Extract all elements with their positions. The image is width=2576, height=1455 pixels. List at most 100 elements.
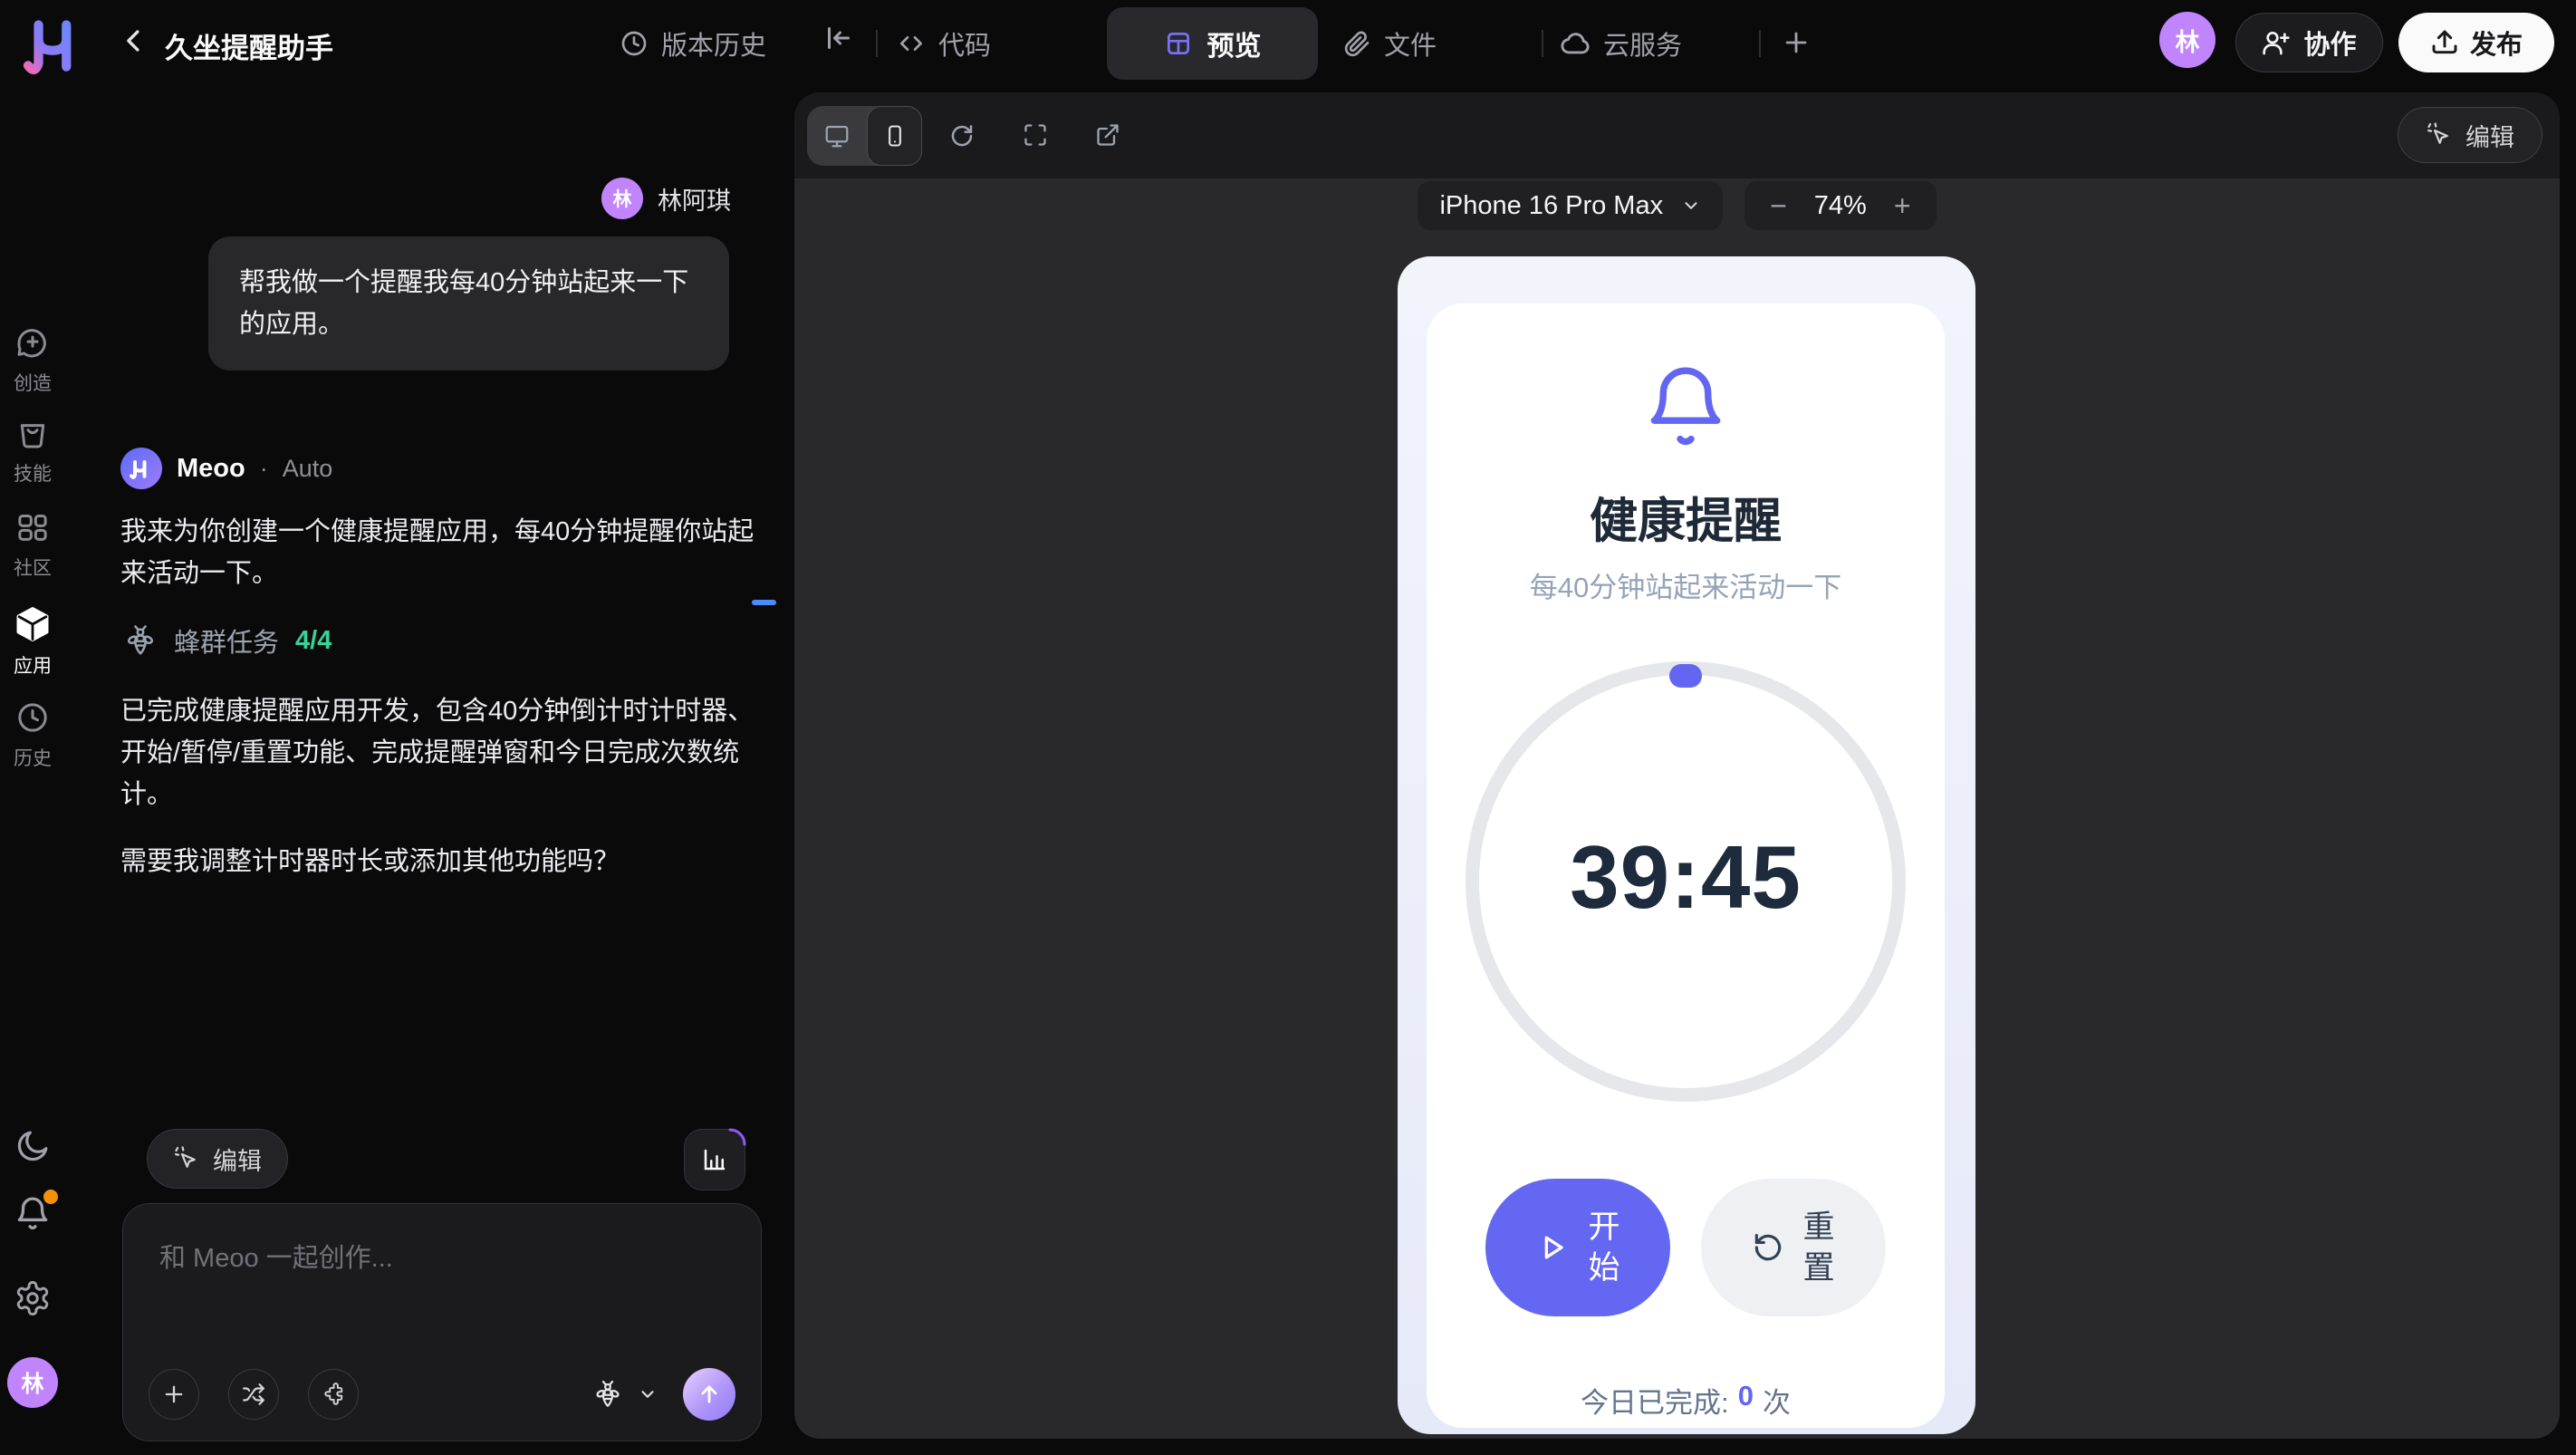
preview-tab[interactable]: 预览 — [1107, 7, 1318, 80]
code-tab[interactable]: 代码 — [897, 0, 991, 87]
cursor-sparkle-icon — [173, 1145, 200, 1172]
device-controls: iPhone 16 Pro Max − 74% + — [794, 181, 2560, 230]
chat-input[interactable] — [159, 1237, 725, 1345]
theme-toggle[interactable] — [0, 1127, 65, 1165]
community-grid-icon — [14, 509, 51, 545]
smartphone-icon — [882, 123, 908, 149]
meoo-logo-icon[interactable] — [20, 11, 94, 76]
stats-unit: 次 — [1763, 1380, 1791, 1421]
divider — [1759, 30, 1761, 57]
progress-arc — [714, 1128, 746, 1161]
collaborate-button[interactable]: 协作 — [2235, 13, 2383, 72]
rotate-ccw-icon — [1751, 1230, 1785, 1265]
assistant-message-intro: 我来为你创建一个健康提醒应用，每40分钟提醒你站起来活动一下。 — [120, 511, 768, 594]
version-history-button[interactable]: 版本历史 — [620, 0, 766, 87]
cloud-services-tab[interactable]: 云服务 — [1560, 0, 1682, 87]
chevron-down-icon — [1681, 196, 1701, 216]
cube-icon — [14, 605, 52, 643]
clock-icon — [14, 699, 51, 736]
timer-progress-ring: 39:45 — [1466, 661, 1906, 1102]
sidebar-item-skills[interactable]: 技能 — [0, 415, 65, 487]
chat-edit-button[interactable]: 编辑 — [147, 1129, 288, 1189]
publish-button[interactable]: 发布 — [2398, 13, 2554, 72]
history-clock-icon — [620, 29, 649, 58]
usage-chart-button[interactable] — [684, 1129, 745, 1190]
settings-button[interactable] — [0, 1279, 65, 1317]
user-message-bubble: 帮我做一个提醒我每40分钟站起来一下的应用。 — [208, 236, 729, 371]
moon-icon — [14, 1127, 52, 1165]
start-button[interactable]: 开始 — [1485, 1179, 1670, 1316]
topbar: 久坐提醒助手 版本历史 代码 预览 文件 云服务 — [0, 0, 2576, 87]
assistant-message-result: 已完成健康提醒应用开发，包含40分钟倒计时计时器、开始/暂停/重置功能、完成提醒… — [120, 690, 768, 815]
refresh-button[interactable] — [948, 122, 976, 149]
preview-edit-button[interactable]: 编辑 — [2398, 107, 2542, 163]
assistant-header: Meoo · Auto — [120, 448, 332, 489]
zoom-control: − 74% + — [1745, 181, 1936, 230]
device-selector[interactable]: iPhone 16 Pro Max — [1418, 181, 1723, 230]
add-tab-icon[interactable] — [1781, 27, 1812, 58]
notification-dot — [43, 1190, 58, 1204]
chat-plus-icon — [14, 324, 51, 361]
sidebar-item-history[interactable]: 历史 — [0, 699, 65, 771]
code-icon — [897, 29, 926, 58]
mobile-mode-button[interactable] — [867, 106, 922, 166]
assistant-mode: Auto — [283, 455, 333, 483]
stats-label: 今日已完成: — [1581, 1380, 1729, 1421]
zoom-level: 74% — [1814, 191, 1867, 221]
user-plus-icon — [2262, 28, 2291, 57]
progress-dot — [1669, 664, 1702, 688]
bee-icon — [123, 623, 158, 658]
zoom-out-button[interactable]: − — [1770, 189, 1787, 223]
reset-button[interactable]: 重置 — [1701, 1179, 1886, 1316]
sidebar: 创造 技能 社区 应用 历史 林 — [0, 87, 65, 1455]
plus-icon — [161, 1382, 187, 1407]
sidebar-item-create[interactable]: 创造 — [0, 324, 65, 396]
sidebar-item-apps[interactable]: 应用 — [0, 605, 65, 679]
open-external-button[interactable] — [1095, 122, 1120, 148]
meoo-avatar — [120, 448, 162, 489]
app-screen: 健康提醒 每40分钟站起来活动一下 39:45 开始 重置 — [1427, 304, 1945, 1428]
app-window: 久坐提醒助手 版本历史 代码 预览 文件 云服务 — [0, 0, 2576, 1455]
desktop-mode-button[interactable] — [807, 122, 867, 149]
scroll-indicator[interactable] — [752, 600, 776, 605]
user-avatar[interactable]: 林 — [2159, 12, 2216, 68]
timer-display: 39:45 — [1479, 826, 1892, 929]
shuffle-icon — [242, 1383, 265, 1406]
sidebar-item-community[interactable]: 社区 — [0, 509, 65, 581]
notifications-button[interactable] — [0, 1194, 65, 1234]
bag-icon — [14, 415, 51, 451]
swarm-tasks-toggle[interactable]: 蜂群任务 4/4 — [123, 622, 332, 660]
back-icon[interactable] — [120, 25, 150, 56]
monitor-icon — [823, 122, 851, 149]
fullscreen-icon — [1023, 122, 1048, 148]
plugins-button[interactable] — [308, 1369, 359, 1420]
cursor-sparkle-icon — [2426, 121, 2453, 149]
cloud-icon — [1560, 28, 1591, 59]
user-name: 林阿琪 — [658, 181, 731, 217]
chat-panel: 林 林阿琪 帮我做一个提醒我每40分钟站起来一下的应用。 Meoo · Auto… — [65, 87, 794, 1455]
agent-mode-dropdown[interactable] — [592, 1379, 658, 1410]
gear-icon — [14, 1279, 52, 1317]
sidebar-user-avatar[interactable]: 林 — [7, 1357, 58, 1408]
external-link-icon — [1095, 122, 1120, 148]
arrow-up-icon — [697, 1382, 722, 1407]
zoom-in-button[interactable]: + — [1894, 189, 1911, 223]
user-message-header: 林 林阿琪 — [601, 178, 731, 219]
daily-stats: 今日已完成: 0 次 — [1427, 1380, 1945, 1421]
files-tab[interactable]: 文件 — [1342, 0, 1437, 87]
puzzle-icon — [322, 1383, 345, 1406]
app-title: 健康提醒 — [1427, 483, 1945, 552]
collapse-panel-icon[interactable] — [822, 22, 855, 54]
chevron-down-icon — [638, 1384, 658, 1404]
send-button[interactable] — [683, 1368, 735, 1421]
preview-pane: 编辑 iPhone 16 Pro Max − 74% + 健康提醒 每40分钟站… — [794, 92, 2560, 1439]
divider — [1542, 30, 1543, 57]
stats-count: 0 — [1738, 1380, 1754, 1421]
swarm-tasks-label: 蜂群任务 — [174, 622, 279, 660]
shuffle-button[interactable] — [228, 1369, 279, 1420]
mode-separator: · — [260, 455, 268, 483]
fullscreen-button[interactable] — [1023, 122, 1048, 148]
phone-mockup: 健康提醒 每40分钟站起来活动一下 39:45 开始 重置 — [1398, 256, 1975, 1434]
play-icon — [1534, 1229, 1571, 1266]
attach-button[interactable] — [149, 1369, 199, 1420]
